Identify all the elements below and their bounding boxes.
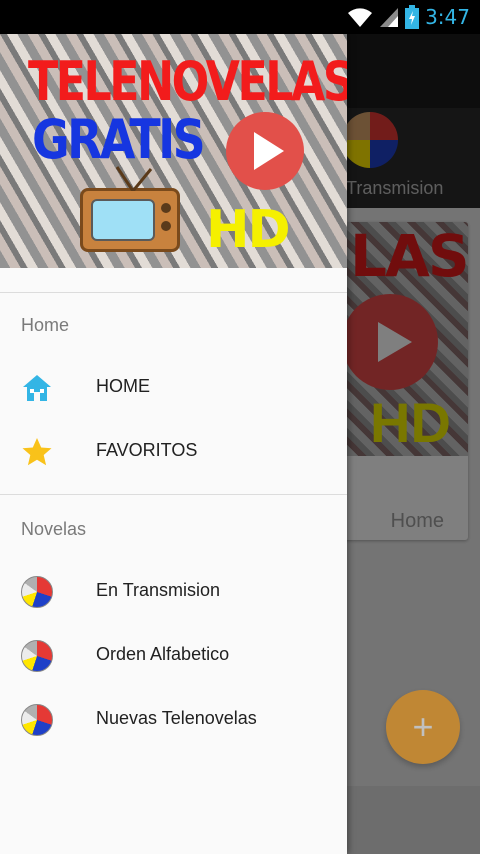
tv-icon xyxy=(80,166,180,252)
novela-icon xyxy=(21,576,53,608)
novela-icon xyxy=(21,704,53,736)
clock: 3:47 xyxy=(425,5,470,29)
drawer-item-orden-alfabetico[interactable]: Orden Alfabetico xyxy=(0,624,347,688)
status-bar: 3:47 xyxy=(0,0,480,34)
tv-knob xyxy=(161,203,171,213)
antenna-icon xyxy=(115,166,153,191)
cell-signal-icon xyxy=(380,8,399,27)
drawer-item-home[interactable]: HOME xyxy=(0,356,347,420)
home-icon xyxy=(23,375,51,401)
drawer-item-label: En Transmision xyxy=(96,580,221,600)
logo-hd: HD xyxy=(206,200,291,260)
novela-icon xyxy=(21,640,53,672)
section-title-home: Home xyxy=(21,315,70,335)
wifi-icon xyxy=(348,8,373,27)
drawer-item-en-transmision[interactable]: En Transmision xyxy=(0,560,347,624)
logo-title-line1: TELENOVELAS xyxy=(28,50,347,113)
divider xyxy=(0,292,347,293)
drawer-item-label: Nuevas Telenovelas xyxy=(96,708,257,728)
tv-screen xyxy=(91,199,155,241)
section-title-novelas: Novelas xyxy=(21,519,87,539)
status-icons: 3:47 xyxy=(347,0,470,34)
navigation-drawer: TELENOVELAS GRATIS HD Home HOME FAVORITO… xyxy=(0,34,347,854)
tv-knob xyxy=(161,221,171,231)
drawer-item-favoritos[interactable]: FAVORITOS xyxy=(0,420,347,484)
divider xyxy=(0,494,347,495)
battery-charging-icon xyxy=(405,5,420,29)
star-icon xyxy=(22,438,52,466)
play-icon xyxy=(226,112,304,190)
drawer-header: TELENOVELAS GRATIS HD xyxy=(0,34,347,268)
drawer-item-nuevas-telenovelas[interactable]: Nuevas Telenovelas xyxy=(0,688,347,752)
drawer-item-label: HOME xyxy=(96,376,150,396)
drawer-item-label: FAVORITOS xyxy=(96,440,198,460)
drawer-item-label: Orden Alfabetico xyxy=(96,644,230,664)
add-button[interactable]: + xyxy=(386,690,460,764)
logo-title-line2: GRATIS xyxy=(32,108,206,171)
